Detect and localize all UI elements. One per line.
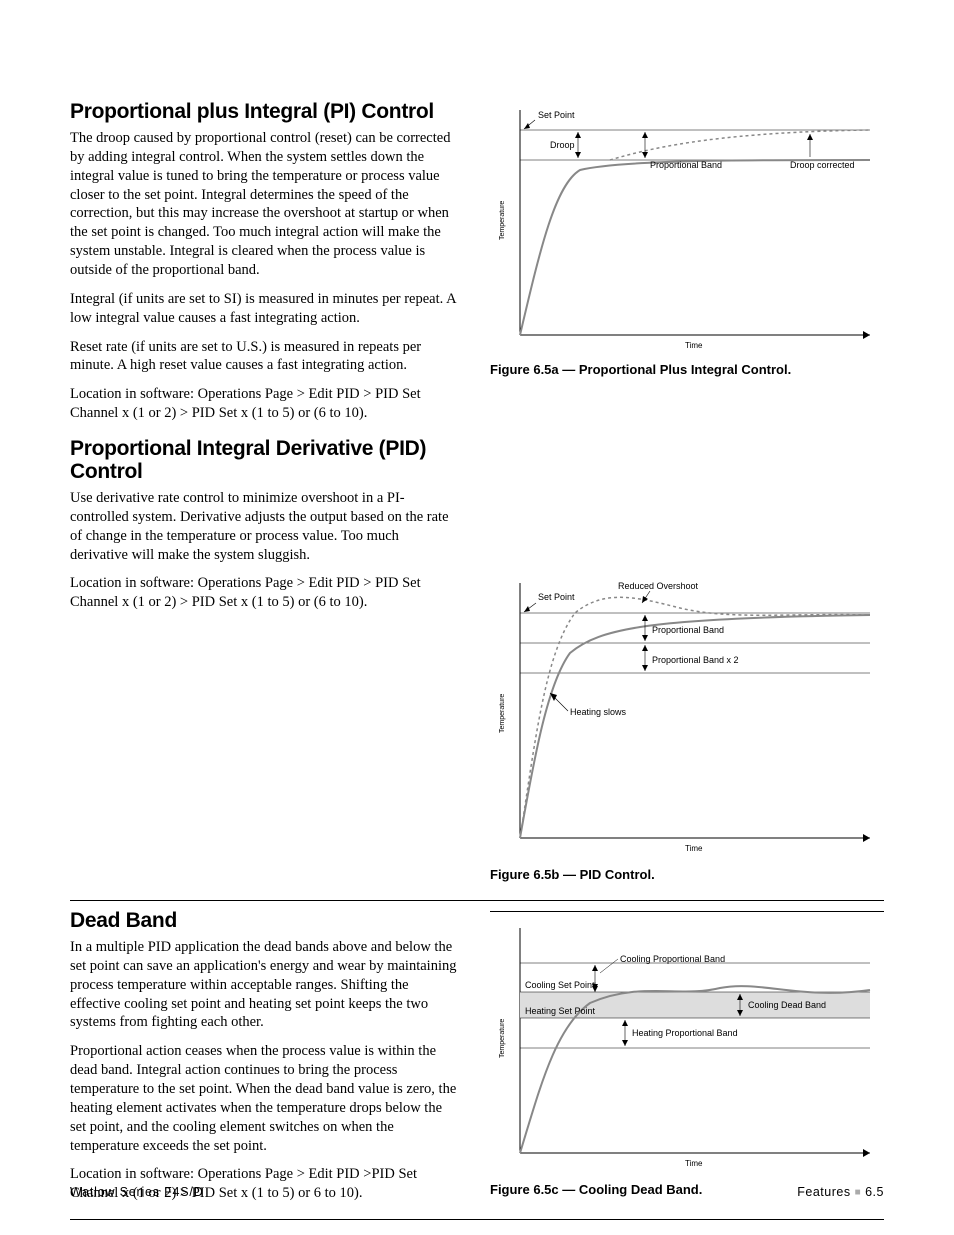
label-heating-set-point: Heating Set Point xyxy=(525,1006,596,1016)
page-footer: Watlow Series F4S/D Features ■ 6.5 xyxy=(70,1185,884,1199)
footer-left: Watlow Series F4S/D xyxy=(70,1185,204,1199)
caption-figure-6-5a: Figure 6.5a — Proportional Plus Integral… xyxy=(490,362,884,377)
text-paragraph: Reset rate (if units are set to U.S.) is… xyxy=(70,338,460,376)
text-paragraph: Location in software: Operations Page > … xyxy=(70,574,460,612)
label-heating-slows: Heating slows xyxy=(570,707,627,717)
label-setpoint: Set Point xyxy=(538,592,575,602)
label-propband: Proportional Band xyxy=(650,160,722,170)
label-droop-corrected: Droop corrected xyxy=(790,160,855,170)
label-yaxis: Temperature xyxy=(499,1019,506,1058)
label-cooling-dead-band: Cooling Dead Band xyxy=(748,1000,826,1010)
bullet-icon: ■ xyxy=(855,1187,862,1198)
label-xaxis: Time xyxy=(685,341,703,350)
label-yaxis: Temperature xyxy=(499,201,506,240)
label-heating-prop-band: Heating Proportional Band xyxy=(632,1028,738,1038)
label-propband: Proportional Band xyxy=(652,625,724,635)
text-paragraph: Location in software: Operations Page > … xyxy=(70,385,460,423)
label-cooling-set-point: Cooling Set Point xyxy=(525,980,595,990)
figure-6-5b: Set Point Reduced Overshoot Proportional… xyxy=(490,573,884,863)
caption-figure-6-5b: Figure 6.5b — PID Control. xyxy=(490,867,884,882)
label-propband2: Proportional Band x 2 xyxy=(652,655,739,665)
heading-pi-control: Proportional plus Integral (PI) Control xyxy=(70,100,460,123)
label-droop: Droop xyxy=(550,140,575,150)
text-paragraph: Proportional action ceases when the proc… xyxy=(70,1042,460,1155)
figure-divider xyxy=(490,911,884,912)
text-paragraph: In a multiple PID application the dead b… xyxy=(70,938,460,1032)
footer-right: Features ■ 6.5 xyxy=(797,1185,884,1199)
heading-dead-band: Dead Band xyxy=(70,909,460,932)
figure-6-5c: Cooling Proportional Band Cooling Set Po… xyxy=(490,918,884,1178)
label-cooling-prop-band: Cooling Proportional Band xyxy=(620,954,725,964)
label-setpoint: Set Point xyxy=(538,110,575,120)
label-reduced-overshoot: Reduced Overshoot xyxy=(618,581,699,591)
label-xaxis: Time xyxy=(685,844,703,853)
section-divider xyxy=(70,900,884,901)
label-yaxis: Temperature xyxy=(499,694,506,733)
text-paragraph: The droop caused by proportional control… xyxy=(70,129,460,280)
figure-6-5a: Set Point Droop Proportional Band Droop … xyxy=(490,100,884,358)
section-divider xyxy=(70,1219,884,1220)
text-paragraph: Use derivative rate control to minimize … xyxy=(70,489,460,564)
heading-pid-control: Proportional Integral Derivative (PID) C… xyxy=(70,437,460,483)
label-xaxis: Time xyxy=(685,1159,703,1168)
text-paragraph: Integral (if units are set to SI) is mea… xyxy=(70,290,460,328)
